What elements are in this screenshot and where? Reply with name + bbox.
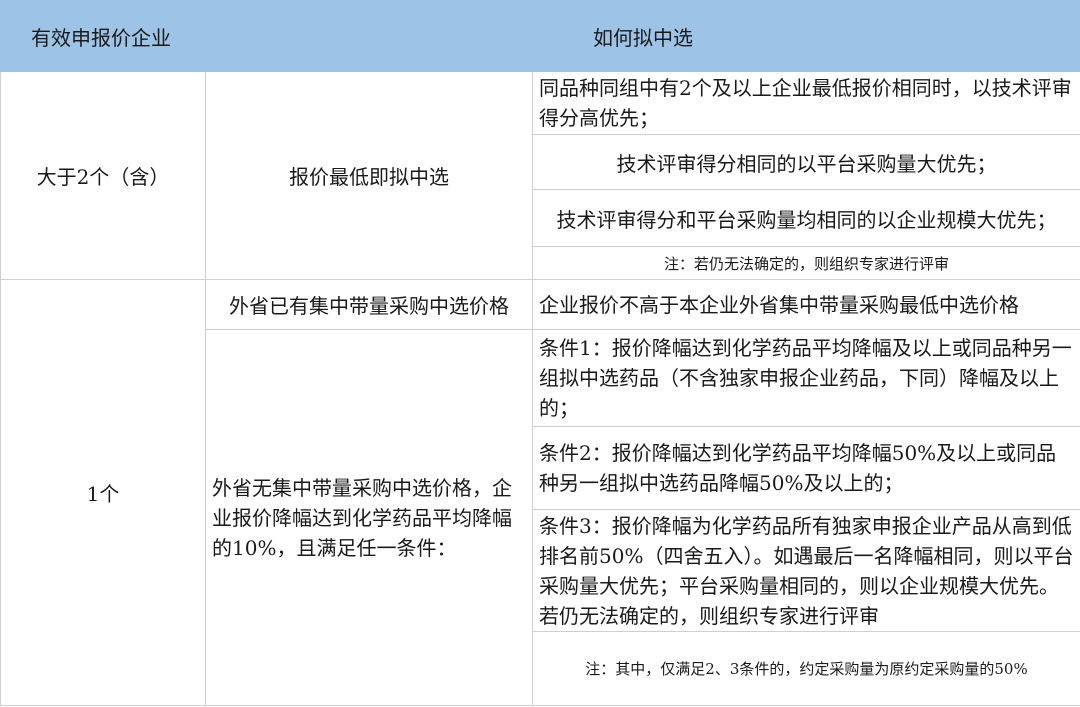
- method-existing-price: 外省已有集中带量采购中选价格: [205, 279, 533, 330]
- table-row: 1个 外省已有集中带量采购中选价格 企业报价不高于本企业外省集中带量采购最低中选…: [0, 279, 1080, 706]
- rule-item: 技术评审得分和平台采购量均相同的以企业规模大优先；: [532, 189, 1080, 247]
- bidder-count-2plus: 大于2个（含）: [0, 71, 206, 280]
- header-selection-method: 如何拟中选: [205, 0, 1080, 72]
- rule-item: 企业报价不高于本企业外省集中带量采购最低中选价格: [532, 279, 1080, 330]
- condition-item: 条件3：报价降幅为化学药品所有独家申报企业产品从高到低排名前50%（四舍五入）。…: [532, 509, 1080, 632]
- method-no-existing-price: 外省无集中带量采购中选价格，企业报价降幅达到化学药品平均降幅的10%，且满足任一…: [205, 329, 533, 706]
- method-lowest-price: 报价最低即拟中选: [205, 71, 533, 280]
- rule-item: 技术评审得分相同的以平台采购量大优先；: [532, 134, 1080, 190]
- note-text: 注：若仍无法确定的，则组织专家进行评审: [532, 246, 1080, 280]
- note-text: 注：其中，仅满足2、3条件的，约定采购量为原约定采购量的50%: [532, 631, 1080, 706]
- table-row: 大于2个（含） 报价最低即拟中选 同品种同组中有2个及以上企业最低报价相同时，以…: [0, 71, 1080, 280]
- procurement-rules-table: 有效申报价企业 如何拟中选 大于2个（含） 报价最低即拟中选 同品种同组中有2个…: [0, 0, 1080, 706]
- condition-item: 条件2：报价降幅达到化学药品平均降幅50%及以上或同品种另一组拟中选药品降幅50…: [532, 426, 1080, 510]
- rule-item: 同品种同组中有2个及以上企业最低报价相同时，以技术评审得分高优先；: [532, 71, 1080, 135]
- header-row: 有效申报价企业 如何拟中选: [0, 0, 1080, 72]
- header-valid-bidders: 有效申报价企业: [0, 0, 206, 72]
- bidder-count-1: 1个: [0, 279, 206, 706]
- condition-item: 条件1：报价降幅达到化学药品平均降幅及以上或同品种另一组拟中选药品（不含独家申报…: [532, 329, 1080, 427]
